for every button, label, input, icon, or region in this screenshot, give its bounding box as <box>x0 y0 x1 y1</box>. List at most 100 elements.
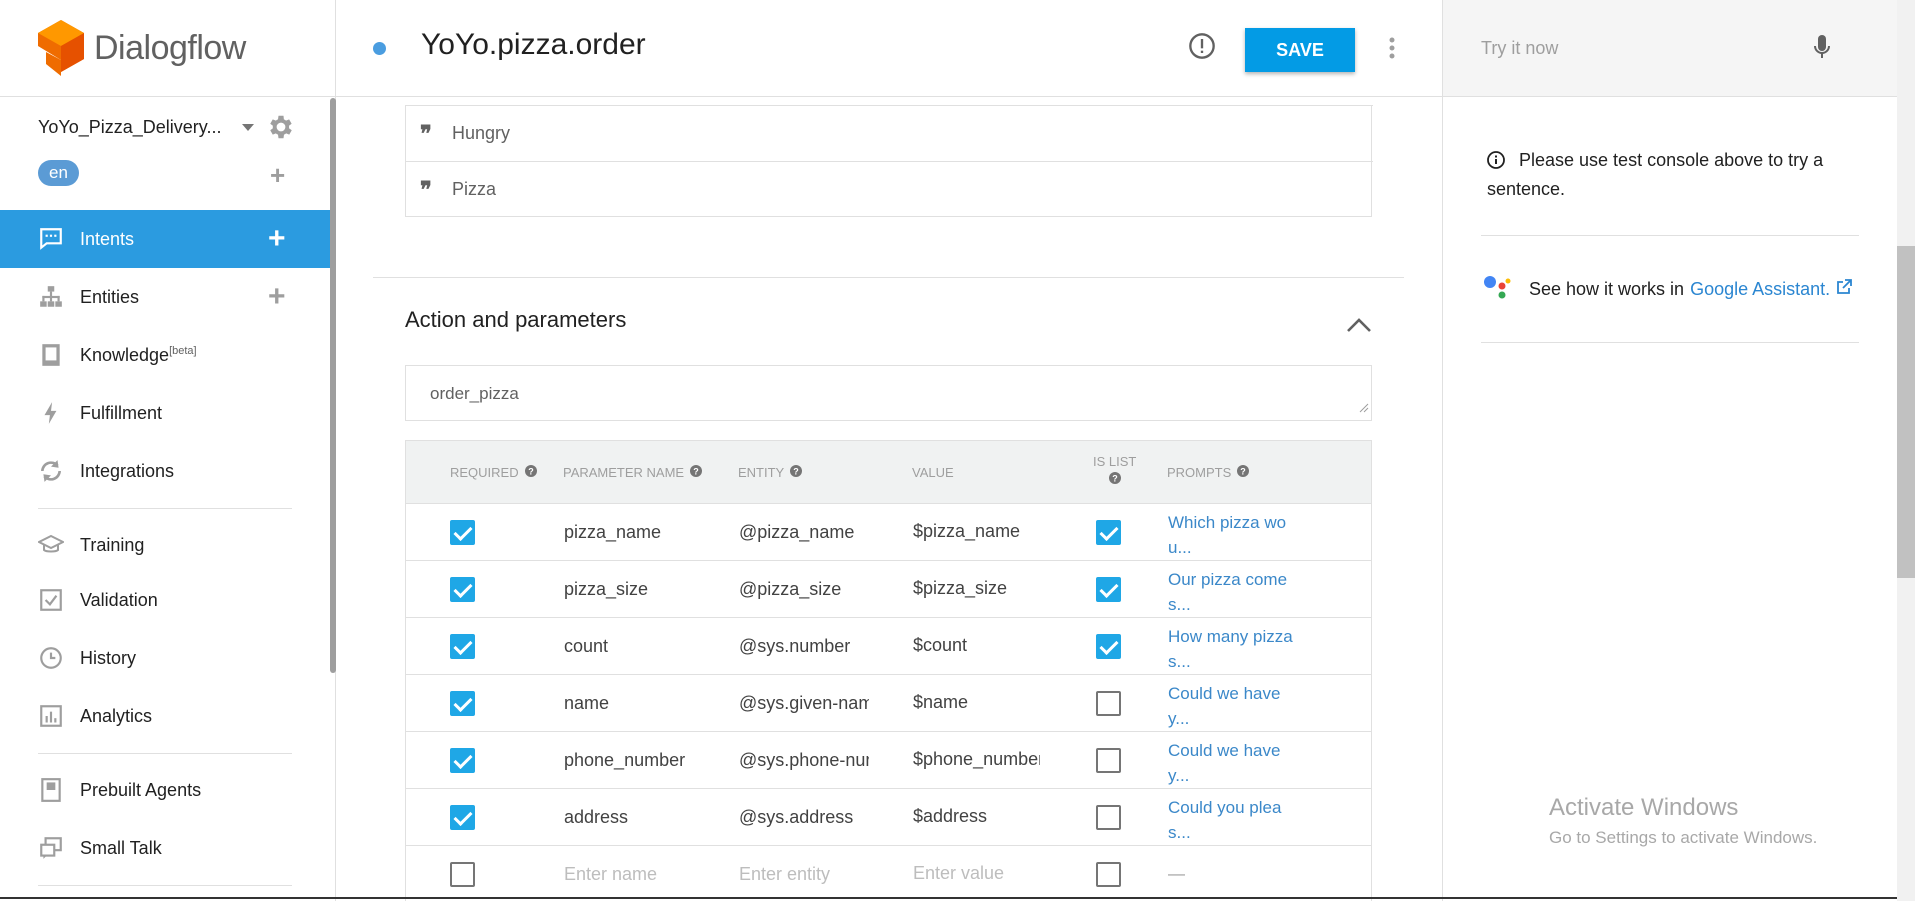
is-list-checkbox[interactable] <box>1096 520 1121 545</box>
prompt-text: Our pizza come <box>1168 570 1288 589</box>
sidebar-item-label: Intents <box>80 228 135 249</box>
sidebar-item-intents[interactable]: Intents + <box>0 210 330 268</box>
sidebar-item-entities[interactable]: Entities + <box>0 268 330 326</box>
more-vert-icon[interactable] <box>1388 36 1396 65</box>
help-icon[interactable]: ? <box>690 465 703 480</box>
agent-name: YoYo_Pizza_Delivery... <box>38 116 222 137</box>
entity-cell[interactable]: @sys.given-name <box>739 693 869 714</box>
dialogflow-logo[interactable]: Dialogflow <box>38 20 246 76</box>
column-header-required: REQUIRED ? <box>450 465 537 480</box>
sync-icon <box>38 458 64 484</box>
is-list-checkbox[interactable] <box>1096 634 1121 659</box>
required-checkbox[interactable] <box>450 691 475 716</box>
svg-text:?: ? <box>528 467 534 477</box>
training-phrase[interactable]: ❞ Pizza <box>406 161 1373 217</box>
sidebar-item-history[interactable]: History <box>0 629 330 687</box>
is-list-checkbox[interactable] <box>1096 691 1121 716</box>
value-cell[interactable]: $pizza_name <box>913 521 1040 542</box>
caret-down-icon[interactable] <box>242 123 254 131</box>
value-cell[interactable]: $pizza_size <box>913 578 1040 599</box>
parameters-table: REQUIRED ? PARAMETER NAME ? ENTITY ? VAL… <box>405 440 1372 901</box>
table-header: REQUIRED ? PARAMETER NAME ? ENTITY ? VAL… <box>406 441 1371 504</box>
sidebar-item-label: Integrations <box>80 460 175 481</box>
try-it-now-input[interactable]: Try it now <box>1443 0 1898 97</box>
sidebar-item-integrations[interactable]: Integrations <box>0 442 330 500</box>
divider <box>38 753 292 754</box>
value-cell[interactable]: $phone_number <box>913 749 1040 770</box>
phrase-text: Pizza <box>452 179 497 199</box>
entity-cell[interactable]: @sys.address <box>739 807 869 828</box>
parameter-name-cell[interactable]: count <box>564 636 724 657</box>
sidebar-item-training[interactable]: Training <box>0 516 330 574</box>
external-link-icon[interactable] <box>1836 278 1853 300</box>
parameter-name-cell[interactable]: pizza_name <box>564 522 724 543</box>
parameter-name-cell[interactable]: address <box>564 807 724 828</box>
is-list-checkbox[interactable] <box>1096 862 1121 887</box>
table-row: count @sys.number $count How many pizza s… <box>406 618 1371 675</box>
info-icon <box>1487 150 1505 176</box>
action-name-input[interactable]: order_pizza <box>405 365 1372 421</box>
microphone-icon[interactable] <box>1813 34 1831 67</box>
entity-input[interactable]: Enter entity <box>739 864 869 885</box>
save-button[interactable]: SAVE <box>1245 28 1355 72</box>
sidebar-item-validation[interactable]: Validation <box>0 571 330 629</box>
help-icon[interactable]: ? <box>524 465 537 480</box>
sidebar-item-small-talk[interactable]: Small Talk <box>0 819 330 877</box>
parameter-name-cell[interactable]: name <box>564 693 724 714</box>
value-cell[interactable]: $address <box>913 806 1040 827</box>
prompts-link[interactable]: Our pizza come s... <box>1168 567 1298 617</box>
resize-handle-icon[interactable] <box>1359 398 1369 418</box>
parameter-name-cell[interactable]: phone_number <box>564 750 724 771</box>
graduation-cap-icon <box>38 532 64 558</box>
prompts-link[interactable]: How many pizza s... <box>1168 624 1298 674</box>
required-checkbox[interactable] <box>450 577 475 602</box>
prompts-link[interactable]: Which pizza wo u... <box>1168 510 1298 560</box>
required-checkbox[interactable] <box>450 805 475 830</box>
value-cell[interactable]: $count <box>913 635 1040 656</box>
help-icon[interactable]: ? <box>1237 465 1250 480</box>
sidebar-item-label: Entities <box>80 286 140 307</box>
google-assistant-link[interactable]: Google Assistant. <box>1690 279 1830 300</box>
is-list-checkbox[interactable] <box>1096 748 1121 773</box>
sidebar-item-knowledge[interactable]: Knowledge[beta] <box>0 326 330 384</box>
entity-cell[interactable]: @sys.phone-number <box>739 750 869 771</box>
agent-selector[interactable]: YoYo_Pizza_Delivery... <box>38 112 298 142</box>
add-language-icon[interactable]: + <box>270 162 285 188</box>
entity-cell[interactable]: @sys.number <box>739 636 869 657</box>
dialogflow-logo-icon <box>38 20 84 76</box>
value-input[interactable]: Enter value <box>913 863 1040 884</box>
sidebar-item-prebuilt-agents[interactable]: Prebuilt Agents <box>0 761 330 819</box>
help-icon[interactable]: ? <box>790 465 803 480</box>
entity-cell[interactable]: @pizza_size <box>739 579 869 600</box>
help-icon[interactable]: ? <box>1108 472 1121 487</box>
entity-cell[interactable]: @pizza_name <box>739 522 869 543</box>
chevron-up-icon[interactable] <box>1346 317 1372 338</box>
is-list-checkbox[interactable] <box>1096 577 1121 602</box>
required-checkbox[interactable] <box>450 862 475 887</box>
add-intent-icon[interactable]: + <box>268 224 286 254</box>
prompt-text: Could we have <box>1168 741 1281 760</box>
prompts-link[interactable]: Could we have y... <box>1168 738 1298 788</box>
is-list-checkbox[interactable] <box>1096 805 1121 830</box>
sidebar-item-fulfillment[interactable]: Fulfillment <box>0 384 330 442</box>
value-cell[interactable]: $name <box>913 692 1040 713</box>
language-chip[interactable]: en <box>38 160 79 186</box>
add-entity-icon[interactable]: + <box>268 282 286 312</box>
sidebar-item-label: History <box>80 647 137 668</box>
required-checkbox[interactable] <box>450 520 475 545</box>
prompts-link[interactable]: Could you plea s... <box>1168 795 1298 845</box>
sidebar-item-analytics[interactable]: Analytics <box>0 687 330 745</box>
divider <box>0 96 336 97</box>
training-phrase[interactable]: ❞ Hungry <box>406 105 1373 161</box>
intent-title[interactable]: YoYo.pizza.order <box>421 28 646 62</box>
required-checkbox[interactable] <box>450 748 475 773</box>
gear-icon[interactable] <box>266 112 296 147</box>
alert-icon[interactable] <box>1188 32 1216 65</box>
prompts-link[interactable]: Could we have y... <box>1168 681 1298 731</box>
prompt-text: Could you plea <box>1168 798 1282 817</box>
parameter-name-cell[interactable]: pizza_size <box>564 579 724 600</box>
try-it-now-placeholder: Try it now <box>1481 38 1559 58</box>
parameter-name-input[interactable]: Enter name <box>564 864 724 885</box>
required-checkbox[interactable] <box>450 634 475 659</box>
page-scrollbar-thumb[interactable] <box>1897 246 1915 578</box>
